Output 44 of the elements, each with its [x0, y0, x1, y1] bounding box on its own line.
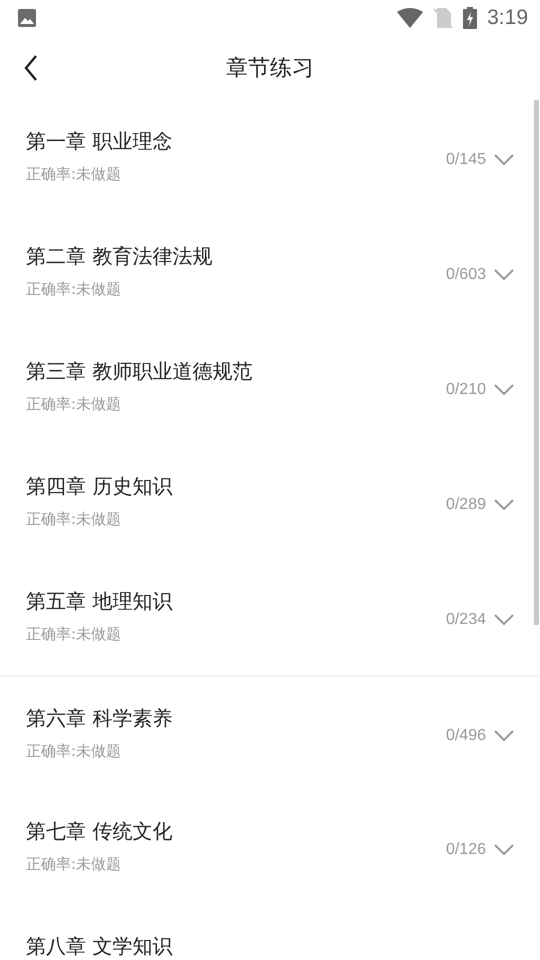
chapter-item[interactable]: 第八章 文学知识 [0, 905, 540, 960]
chevron-down-icon [494, 614, 514, 626]
status-time: 3:19 [487, 6, 528, 30]
chapter-title: 第二章 教育法律法规 [26, 243, 212, 269]
no-sim-icon [433, 7, 454, 29]
battery-charging-icon [463, 7, 478, 29]
page-title: 章节练习 [226, 55, 314, 83]
chevron-down-icon [494, 498, 514, 510]
chapter-item[interactable]: 第五章 地理知识 正确率:未做题 0/234 [0, 560, 540, 675]
chapter-item[interactable]: 第四章 历史知识 正确率:未做题 0/289 [0, 445, 540, 560]
chapter-title: 第六章 科学素养 [26, 705, 172, 731]
question-count: 0/496 [446, 726, 486, 744]
accuracy-text: 正确率:未做题 [26, 509, 122, 529]
question-count: 0/126 [446, 840, 486, 858]
chevron-down-icon [494, 384, 514, 396]
chapter-title: 第三章 教师职业道德规范 [26, 358, 252, 384]
chevron-down-icon [494, 730, 514, 742]
chapter-title: 第七章 传统文化 [26, 818, 172, 844]
image-icon [17, 8, 37, 28]
accuracy-text: 正确率:未做题 [26, 854, 122, 874]
chevron-down-icon [494, 154, 514, 166]
chapter-item[interactable]: 第一章 职业理念 正确率:未做题 0/145 [0, 100, 540, 215]
wifi-icon [397, 8, 424, 28]
accuracy-text: 正确率:未做题 [26, 741, 122, 761]
chevron-down-icon [494, 844, 514, 856]
accuracy-text: 正确率:未做题 [26, 624, 122, 644]
chapter-item[interactable]: 第二章 教育法律法规 正确率:未做题 0/603 [0, 215, 540, 330]
accuracy-text: 正确率:未做题 [26, 164, 122, 184]
question-count: 0/145 [446, 150, 486, 168]
chapter-title: 第一章 职业理念 [26, 128, 172, 154]
accuracy-text: 正确率:未做题 [26, 279, 122, 299]
question-count: 0/603 [446, 266, 486, 284]
question-count: 0/210 [446, 380, 486, 398]
accuracy-text: 正确率:未做题 [26, 394, 122, 414]
chapter-title: 第四章 历史知识 [26, 473, 172, 499]
question-count: 0/289 [446, 496, 486, 514]
chapter-title: 第五章 地理知识 [26, 588, 172, 614]
chapter-item[interactable]: 第七章 传统文化 正确率:未做题 0/126 [0, 790, 540, 905]
back-icon [24, 55, 38, 81]
question-count: 0/234 [446, 610, 486, 628]
chapter-item[interactable]: 第六章 科学素养 正确率:未做题 0/496 [0, 675, 540, 790]
chevron-down-icon [494, 268, 514, 280]
chapter-item[interactable]: 第三章 教师职业道德规范 正确率:未做题 0/210 [0, 330, 540, 445]
chapter-title: 第八章 文学知识 [26, 933, 172, 959]
